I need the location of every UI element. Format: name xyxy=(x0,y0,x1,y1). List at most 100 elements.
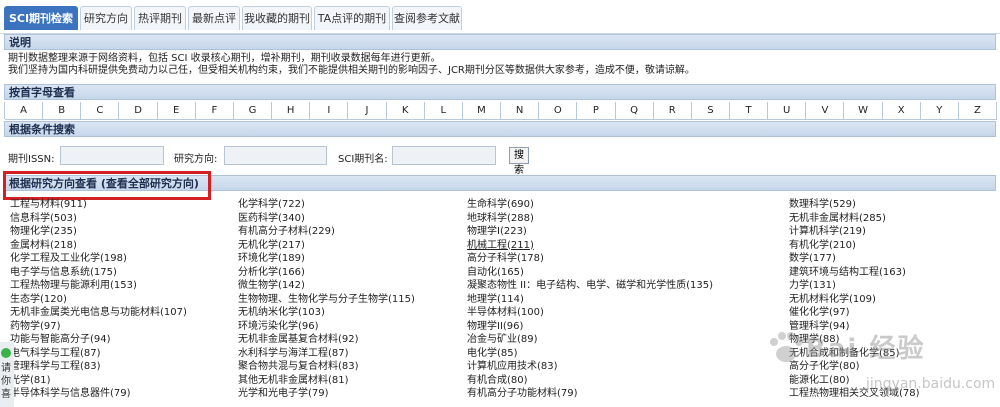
direction-link[interactable]: 物理化学(235) xyxy=(10,226,77,238)
direction-link[interactable]: 化学科学(722) xyxy=(238,199,305,211)
direction-link[interactable]: 计算机科学(219) xyxy=(789,226,866,238)
letter-link-s[interactable]: S xyxy=(691,102,730,120)
direction-link[interactable]: 分析化学(166) xyxy=(238,267,305,279)
tab-latest-reviews[interactable]: 最新点评 xyxy=(188,6,240,30)
letter-link-y[interactable]: Y xyxy=(920,102,959,120)
letter-link-j[interactable]: J xyxy=(348,102,387,120)
highlight-box xyxy=(3,171,211,200)
letter-link-b[interactable]: B xyxy=(43,102,82,120)
direction-link[interactable]: 光学和光电子学(79) xyxy=(238,388,329,400)
direction-link[interactable]: 地球科学(288) xyxy=(467,213,534,225)
tab-references[interactable]: 查阅参考文献 xyxy=(392,6,462,30)
tab-hot-reviewed[interactable]: 热评期刊 xyxy=(134,6,186,30)
letter-index-header: 按首字母查看 xyxy=(4,84,996,100)
direction-link[interactable]: 数理科学(529) xyxy=(789,199,856,211)
letter-link-k[interactable]: K xyxy=(386,102,425,120)
direction-link[interactable]: 物理学II(96) xyxy=(467,321,523,333)
direction-link[interactable]: 电气科学与工程(87) xyxy=(10,348,101,360)
letter-link-a[interactable]: A xyxy=(5,102,44,120)
issn-label: 期刊ISSN: xyxy=(8,154,55,165)
issn-input[interactable] xyxy=(60,146,164,165)
direction-link[interactable]: 冶金与矿业(89) xyxy=(467,334,538,346)
direction-link[interactable]: 力学(131) xyxy=(789,280,836,292)
direction-link[interactable]: 有机高分子功能材料(79) xyxy=(467,388,578,400)
direction-link[interactable]: 生物物理、生物化学与分子生物学(115) xyxy=(238,294,415,306)
description-text: 期刊数据整理来源于网络资料，包括 SCI 收录核心期刊，增补期刊，期刊收录数据每… xyxy=(8,53,988,77)
direction-link[interactable]: 无机纳米化学(103) xyxy=(238,307,325,319)
direction-link[interactable]: 建筑环境与结构工程(163) xyxy=(789,267,906,279)
paw-logo-icon xyxy=(770,332,803,362)
letter-link-u[interactable]: U xyxy=(768,102,807,120)
letter-link-t[interactable]: T xyxy=(729,102,769,120)
direction-link[interactable]: 机械工程(211) xyxy=(467,240,534,252)
letter-link-m[interactable]: M xyxy=(462,102,502,120)
letter-link-l[interactable]: L xyxy=(424,102,463,120)
direction-link[interactable]: 凝聚态物性 II：电子结构、电学、磁学和光学性质(135) xyxy=(467,280,713,292)
tab-research-direction[interactable]: 研究方向 xyxy=(80,6,132,30)
direction-link[interactable]: 工程热物理与能源利用(153) xyxy=(10,280,137,292)
direction-link[interactable]: 环境化学(189) xyxy=(238,253,305,265)
direction-link[interactable]: 物理学I(223) xyxy=(467,226,527,238)
direction-input[interactable] xyxy=(224,146,327,165)
letter-link-e[interactable]: E xyxy=(157,102,196,120)
direction-link[interactable]: 化学工程及工业化学(198) xyxy=(10,253,127,265)
direction-link[interactable]: 聚合物共混与复合材料(83) xyxy=(238,361,359,373)
direction-link[interactable]: 有机合成(80) xyxy=(467,375,528,387)
direction-link[interactable]: 电化学(85) xyxy=(467,348,518,360)
direction-link[interactable]: 高分子科学(178) xyxy=(467,253,544,265)
direction-link[interactable]: 功能与智能高分子(94) xyxy=(10,334,111,346)
journal-name-label: SCI期刊名: xyxy=(338,154,388,165)
direction-link[interactable]: 半导体材料(100) xyxy=(467,307,544,319)
letter-link-o[interactable]: O xyxy=(539,102,578,120)
tab-ta-reviewed[interactable]: TA点评的期刊 xyxy=(314,6,390,30)
direction-link[interactable]: 环境污染化学(96) xyxy=(238,321,319,333)
letter-link-d[interactable]: D xyxy=(119,102,158,120)
direction-link[interactable]: 工程与材料(911) xyxy=(10,199,87,211)
direction-link[interactable]: 微生物学(142) xyxy=(238,280,305,292)
direction-link[interactable]: 无机化学(217) xyxy=(238,240,305,252)
watermark-text: Bai 经验 xyxy=(806,334,926,364)
direction-link[interactable]: 生命科学(690) xyxy=(467,199,534,211)
direction-link[interactable]: 计算机应用技术(83) xyxy=(467,361,558,373)
letter-link-x[interactable]: X xyxy=(882,102,921,120)
direction-link[interactable]: 管理科学与工程(83) xyxy=(10,361,101,373)
direction-link[interactable]: 医药科学(340) xyxy=(238,213,305,225)
direction-link[interactable]: 无机非金属类光电信息与功能材料(107) xyxy=(10,307,187,319)
direction-link[interactable]: 药物学(97) xyxy=(10,321,61,333)
letter-link-g[interactable]: G xyxy=(233,102,273,120)
letter-link-z[interactable]: Z xyxy=(958,102,998,120)
direction-link[interactable]: 地理学(114) xyxy=(467,294,524,306)
direction-link[interactable]: 无机非金属基复合材料(92) xyxy=(238,334,359,346)
letter-link-q[interactable]: Q xyxy=(615,102,654,120)
direction-link[interactable]: 光学(81) xyxy=(10,375,51,387)
side-widget-label: 请你喜 xyxy=(1,363,11,400)
direction-link[interactable]: 无机材料化学(109) xyxy=(789,294,876,306)
direction-link[interactable]: 有机化学(210) xyxy=(789,240,856,252)
direction-link[interactable]: 无机非金属材料(285) xyxy=(789,213,886,225)
letter-link-c[interactable]: C xyxy=(81,102,120,120)
direction-link[interactable]: 有机高分子材料(229) xyxy=(238,226,335,238)
letter-link-i[interactable]: I xyxy=(310,102,349,120)
direction-link[interactable]: 金属材料(218) xyxy=(10,240,77,252)
tab-sci-journal-search[interactable]: SCI期刊检索 xyxy=(4,6,78,30)
tab-my-favorites[interactable]: 我收藏的期刊 xyxy=(242,6,312,30)
letter-link-v[interactable]: V xyxy=(806,102,845,120)
watermark: Bai 经验 jingyan.baidu.com xyxy=(758,318,998,407)
direction-link[interactable]: 自动化(165) xyxy=(467,267,524,279)
letter-link-w[interactable]: W xyxy=(844,102,883,120)
watermark-url: jingyan.baidu.com xyxy=(866,376,996,392)
letter-link-p[interactable]: P xyxy=(577,102,616,120)
direction-link[interactable]: 信息科学(503) xyxy=(10,213,77,225)
direction-link[interactable]: 生态学(120) xyxy=(10,294,67,306)
direction-link[interactable]: 数学(177) xyxy=(789,253,836,265)
letter-link-f[interactable]: F xyxy=(195,102,234,120)
letter-link-r[interactable]: R xyxy=(653,102,692,120)
direction-link[interactable]: 水利科学与海洋工程(87) xyxy=(238,348,349,360)
search-button[interactable]: 搜索 xyxy=(509,147,529,176)
direction-link[interactable]: 半导体科学与信息器件(79) xyxy=(10,388,131,400)
letter-link-h[interactable]: H xyxy=(272,102,311,120)
journal-name-input[interactable] xyxy=(392,146,496,165)
direction-link[interactable]: 电子学与信息系统(175) xyxy=(10,267,117,279)
direction-link[interactable]: 其他无机非金属材料(81) xyxy=(238,375,349,387)
letter-link-n[interactable]: N xyxy=(501,102,540,120)
